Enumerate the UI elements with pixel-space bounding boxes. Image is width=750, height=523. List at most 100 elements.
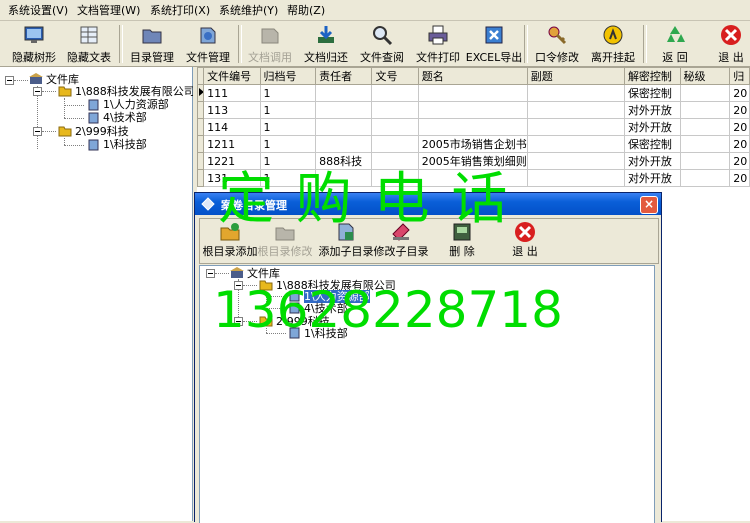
col-header-doc-no[interactable]: 文号 [371, 67, 419, 85]
table-cell[interactable]: 保密控制 [623, 84, 681, 102]
col-header-title[interactable]: 题名 [417, 67, 528, 85]
menu-document-management[interactable]: 文档管理(W) [77, 3, 140, 18]
table-cell[interactable] [371, 135, 419, 153]
table-row[interactable]: 1221 1 888科技 2005年销售策划细则 对外开放 20 [197, 152, 750, 170]
table-cell[interactable]: 1 [259, 152, 317, 170]
tree-item-keji-dept[interactable]: 1\科技部 [103, 138, 147, 151]
table-cell[interactable]: 111 [203, 84, 261, 102]
directory-tree[interactable]: 文件库 1\888科技发展有限公司 1\人力资源部 4\技术部 2\999科技 … [0, 67, 195, 521]
table-cell[interactable]: 20 [729, 135, 750, 153]
col-header-subtitle[interactable]: 副题 [526, 67, 625, 85]
table-cell[interactable] [417, 84, 528, 102]
hide-table-button[interactable]: 隐藏文表 [61, 23, 117, 65]
table-row[interactable]: 131 1 对外开放 20 [197, 169, 750, 187]
tree-item-company-888[interactable]: 1\888科技发展有限公司 [75, 85, 195, 98]
add-subdir-button[interactable]: 添加子目录 [318, 221, 374, 261]
tree-item-hr-dept[interactable]: 1\人力资源部 [103, 98, 169, 111]
col-header-security-level[interactable]: 秘级 [679, 67, 731, 85]
exit-button[interactable]: 退 出 [703, 23, 750, 65]
table-cell[interactable]: 20 [729, 152, 750, 170]
table-cell[interactable] [371, 84, 419, 102]
edit-root-button[interactable]: 根目录修改 [257, 221, 313, 261]
table-cell[interactable] [315, 101, 373, 119]
directory-management-button[interactable]: 目录管理 [124, 23, 180, 65]
table-cell[interactable] [679, 118, 731, 136]
edit-subdir-button[interactable]: 修改子目录 [373, 221, 429, 261]
table-cell[interactable] [679, 135, 731, 153]
delete-button[interactable]: 删 除 [434, 221, 490, 261]
col-header-declassify[interactable]: 解密控制 [623, 67, 681, 85]
table-cell[interactable]: 131 [203, 169, 261, 187]
menu-system-settings[interactable]: 系统设置(V) [8, 3, 68, 18]
return-button[interactable]: 返 回 [647, 23, 703, 65]
table-row[interactable]: 1211 1 2005市场销售企划书 保密控制 20 [197, 135, 750, 153]
add-root-button[interactable]: 根目录添加 [202, 221, 258, 261]
table-cell[interactable] [526, 118, 625, 136]
table-cell[interactable]: 20 [729, 84, 750, 102]
menu-system-maintenance[interactable]: 系统维护(Y) [219, 3, 278, 18]
table-cell[interactable]: 对外开放 [623, 118, 681, 136]
suspend-button[interactable]: 离开挂起 [585, 23, 641, 65]
close-icon[interactable]: × [640, 196, 658, 214]
table-cell[interactable]: 1 [259, 118, 317, 136]
col-header-archive[interactable]: 归 [729, 67, 750, 85]
file-view-button[interactable]: 文件查阅 [354, 23, 410, 65]
table-cell[interactable] [417, 101, 528, 119]
dialog-directory-tree[interactable]: 文件库 1\888科技发展有限公司 1\人力资源部 4\技术部 2\999科技 … [199, 265, 655, 523]
table-cell[interactable] [526, 101, 625, 119]
table-cell[interactable]: 20 [729, 118, 750, 136]
tree-expander[interactable] [206, 269, 215, 278]
table-cell[interactable]: 1 [259, 84, 317, 102]
table-row[interactable]: 114 1 对外开放 20 [197, 118, 750, 136]
table-cell[interactable] [371, 169, 419, 187]
tree-item-company-999[interactable]: 2\999科技 [75, 125, 129, 138]
table-cell[interactable]: 对外开放 [623, 101, 681, 119]
password-change-button[interactable]: 口令修改 [529, 23, 585, 65]
dialog-tree-tech-dept[interactable]: 4\技术部 [304, 302, 348, 315]
table-cell[interactable]: 20 [729, 169, 750, 187]
table-cell[interactable] [371, 118, 419, 136]
table-cell[interactable] [417, 169, 528, 187]
table-cell[interactable] [315, 169, 373, 187]
table-cell[interactable]: 20 [729, 101, 750, 119]
table-cell[interactable]: 1 [259, 135, 317, 153]
table-row[interactable]: 111 1 保密控制 20 [197, 84, 750, 102]
dialog-tree-keji-dept[interactable]: 1\科技部 [304, 327, 348, 340]
table-cell[interactable] [315, 118, 373, 136]
document-return-button[interactable]: 文档归还 [298, 23, 354, 65]
tree-item-tech-dept[interactable]: 4\技术部 [103, 111, 147, 124]
tree-expander[interactable] [33, 87, 42, 96]
table-cell[interactable] [417, 118, 528, 136]
menu-help[interactable]: 帮助(Z) [287, 3, 325, 18]
table-cell[interactable] [371, 101, 419, 119]
table-cell[interactable] [679, 152, 731, 170]
excel-export-button[interactable]: EXCEL导出 [466, 23, 522, 65]
table-cell[interactable] [526, 84, 625, 102]
table-cell[interactable] [679, 84, 731, 102]
table-cell[interactable] [526, 135, 625, 153]
dialog-exit-button[interactable]: 退 出 [497, 221, 553, 261]
dialog-title-bar[interactable]: 案卷目录管理 × [195, 193, 661, 215]
table-cell[interactable]: 保密控制 [623, 135, 681, 153]
file-management-button[interactable]: 文件管理 [180, 23, 236, 65]
table-cell[interactable]: 2005市场销售企划书 [417, 135, 528, 153]
table-cell[interactable] [526, 152, 625, 170]
hide-tree-button[interactable]: 隐藏树形 [6, 23, 62, 65]
file-print-button[interactable]: 文件打印 [410, 23, 466, 65]
document-call-button[interactable]: 文档调用 [242, 23, 298, 65]
table-cell[interactable] [371, 152, 419, 170]
table-cell[interactable] [679, 169, 731, 187]
tree-expander[interactable] [5, 76, 14, 85]
table-cell[interactable] [315, 135, 373, 153]
table-cell[interactable]: 113 [203, 101, 261, 119]
table-cell[interactable]: 1221 [203, 152, 261, 170]
col-header-responsible[interactable]: 责任者 [315, 67, 373, 85]
table-row[interactable]: 113 1 对外开放 20 [197, 101, 750, 119]
table-cell[interactable]: 888科技 [315, 152, 373, 170]
table-cell[interactable]: 对外开放 [623, 169, 681, 187]
table-cell[interactable]: 1 [259, 101, 317, 119]
menu-system-print[interactable]: 系统打印(X) [150, 3, 210, 18]
col-header-archive-no[interactable]: 归档号 [259, 67, 317, 85]
table-cell[interactable]: 1211 [203, 135, 261, 153]
table-cell[interactable]: 对外开放 [623, 152, 681, 170]
